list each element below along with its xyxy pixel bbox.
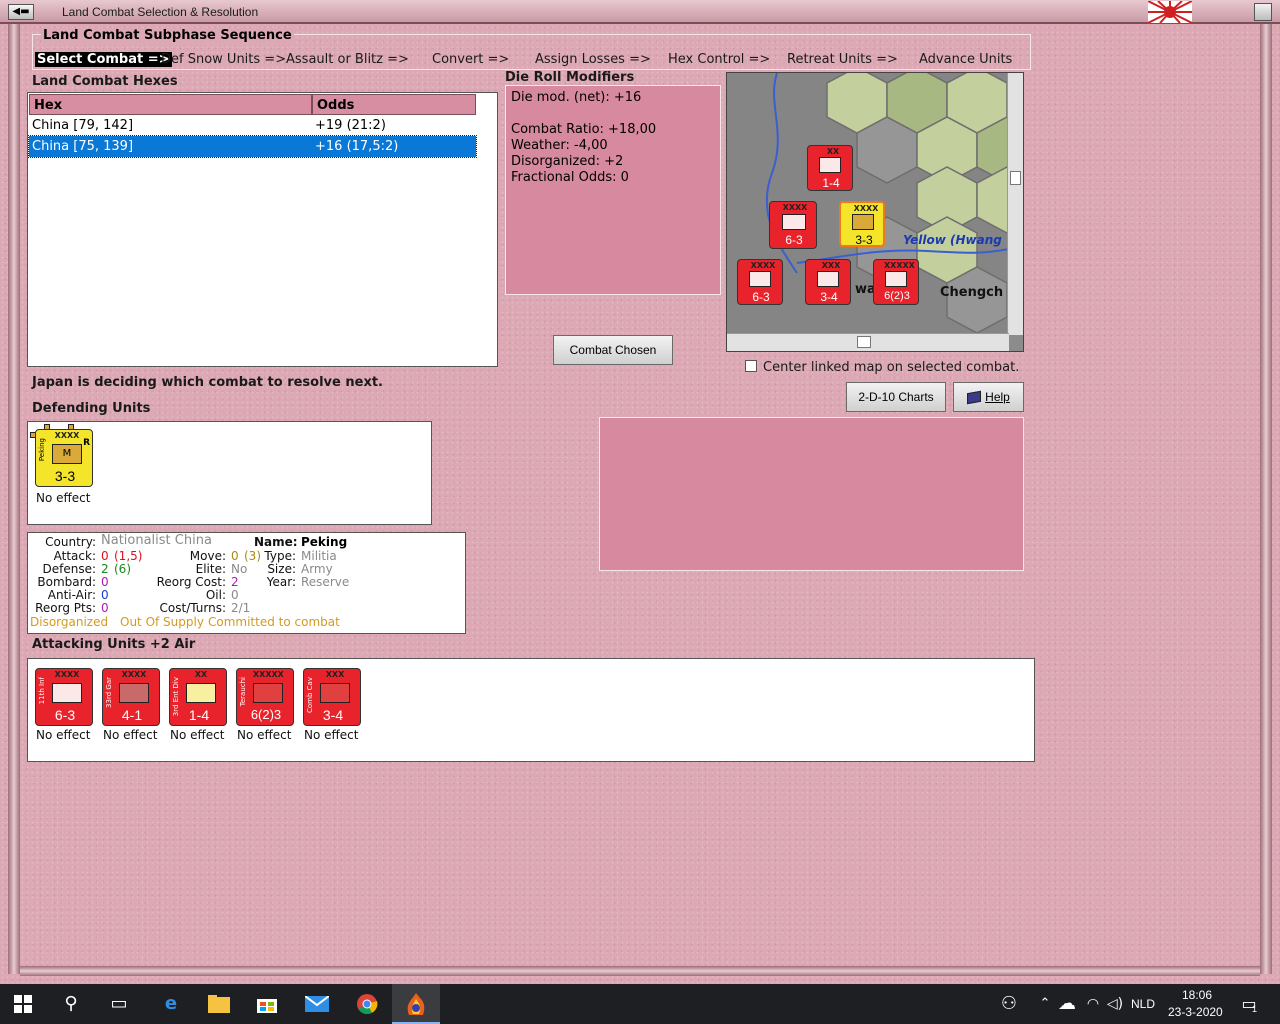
help-button[interactable]: Help: [953, 382, 1024, 412]
clock-time[interactable]: 18:06: [1182, 988, 1212, 1002]
map-counter[interactable]: XXXX 6-3: [769, 201, 817, 249]
map-vscroll-thumb[interactable]: [1010, 171, 1021, 185]
defending-unit-counter[interactable]: Peking XXXX R M 3-3: [35, 429, 93, 487]
start-windows-icon[interactable]: [8, 990, 38, 1018]
odds-cell: +19 (21:2): [315, 118, 386, 133]
hex-row-selected[interactable]: China [75, 139] +16 (17,5:2): [28, 135, 477, 158]
map-label-river: Yellow (Hwang: [903, 233, 1002, 247]
hex-column-header[interactable]: Hex: [29, 94, 312, 115]
file-explorer-icon[interactable]: [204, 990, 234, 1018]
notification-center-icon[interactable]: ▭: [1234, 990, 1264, 1018]
center-map-checkbox[interactable]: Center linked map on selected combat.: [745, 360, 1019, 375]
phase-step-hex-control: Hex Control =>: [668, 52, 771, 67]
attacking-unit-counter[interactable]: 33rd Gar XXXX 4-1: [102, 668, 160, 726]
chrome-icon[interactable]: [352, 990, 382, 1018]
die-mod-line: Die mod. (net): +16: [511, 90, 642, 105]
odds-cell: +16 (17,5:2): [315, 139, 399, 154]
attacking-unit-counter[interactable]: Terauchi XXXXX 6(2)3: [236, 668, 294, 726]
die-roll-heading: Die Roll Modifiers: [505, 70, 635, 85]
attacking-effect: No effect: [103, 728, 158, 742]
checkbox-box[interactable]: [745, 360, 757, 372]
phase-sequence: Land Combat Subphase Sequence Select Com…: [32, 28, 1031, 70]
linked-map[interactable]: Yellow (Hwang Chengch wa XXXX 6-3 XX 1-4…: [726, 72, 1024, 352]
rising-sun-flag-icon: [1148, 1, 1192, 23]
people-icon[interactable]: ⚇: [994, 990, 1024, 1018]
edge-browser-icon[interactable]: e: [156, 990, 186, 1018]
system-menu-icon[interactable]: ◀▬: [8, 4, 34, 20]
attacking-effect: No effect: [36, 728, 91, 742]
phase-step-assign-losses: Assign Losses =>: [535, 52, 651, 67]
status-message: Japan is deciding which combat to resolv…: [32, 375, 383, 390]
notification-count: 1: [1252, 1004, 1258, 1014]
attacking-effect: No effect: [170, 728, 225, 742]
phase-step-select-combat: Select Combat =>: [35, 52, 172, 67]
phase-heading: Land Combat Subphase Sequence: [41, 28, 294, 43]
attacking-unit-counter[interactable]: 3rd Ent Div XX 1-4: [169, 668, 227, 726]
center-map-label: Center linked map on selected combat.: [763, 360, 1020, 375]
hex-cell: China [75, 139]: [32, 139, 134, 154]
hex-row[interactable]: China [79, 142] +19 (21:2): [29, 115, 476, 136]
world-in-flames-app-icon[interactable]: [401, 990, 431, 1018]
language-indicator[interactable]: NLD: [1131, 997, 1155, 1011]
store-icon[interactable]: [252, 990, 282, 1018]
volume-icon[interactable]: ◁): [1100, 990, 1130, 1018]
close-button[interactable]: [1254, 3, 1272, 21]
title-bar[interactable]: ◀▬ Land Combat Selection & Resolution: [0, 0, 1280, 24]
die-blank-line: [511, 106, 715, 122]
hex-cell: China [79, 142]: [32, 118, 134, 133]
combat-ratio-line: Combat Ratio: +18,00: [511, 122, 657, 137]
mail-icon[interactable]: [302, 990, 332, 1018]
unit-info-panel: Country: Nationalist China Attack: 0 (1,…: [27, 532, 466, 634]
map-counter[interactable]: XXXXX 6(2)3: [873, 259, 919, 305]
attacking-heading: Attacking Units +2 Air: [32, 637, 196, 652]
attacking-units-panel: 11th Inf XXXX 6-3 No effect 33rd Gar XXXX 4-…: [27, 658, 1035, 762]
phase-step-convert: Convert =>: [432, 52, 510, 67]
flag-out-of-supply: Out Of Supply: [120, 615, 204, 629]
map-counter[interactable]: XXXX 6-3: [737, 259, 783, 305]
die-roll-panel: Die mod. (net): +16 Combat Ratio: +18,00…: [505, 85, 721, 295]
charts-button[interactable]: 2-D-10 Charts: [846, 382, 946, 412]
map-counter-selected[interactable]: XXXX 3-3: [839, 201, 885, 247]
search-icon[interactable]: ⚲: [56, 990, 86, 1018]
frame-right: [1260, 24, 1272, 974]
combat-hex-list[interactable]: Hex Odds China [79, 142] +19 (21:2) Chin…: [27, 92, 498, 367]
map-hscroll-thumb[interactable]: [857, 336, 871, 348]
help-label: Help: [985, 390, 1010, 404]
phase-step-retreat: Retreat Units =>: [787, 52, 898, 67]
flag-committed: Committed to combat: [208, 615, 340, 629]
attacking-effect: No effect: [237, 728, 292, 742]
frame-left: [8, 24, 20, 974]
main-window: ◀▬ Land Combat Selection & Resolution La…: [0, 0, 1280, 984]
frame-bottom: [20, 966, 1260, 976]
windows-taskbar: ⚲ ▭ e ⚇ ⌃ ☁ ◠ ◁) NLD 18:06 23-3-2020 ▭ 1: [0, 984, 1280, 1024]
phase-step-assault: Assault or Blitz =>: [286, 52, 409, 67]
hexes-heading: Land Combat Hexes: [32, 74, 178, 89]
combat-result-panel: [599, 417, 1024, 571]
map-horizontal-scrollbar[interactable]: [727, 333, 1009, 351]
phase-step-def-snow: Def Snow Units =>: [161, 52, 287, 67]
map-label-city: Chengch: [940, 285, 1004, 300]
clock-date[interactable]: 23-3-2020: [1168, 1005, 1223, 1019]
window-title: Land Combat Selection & Resolution: [62, 5, 259, 19]
defending-units-panel: Peking XXXX R M 3-3 No effect: [27, 421, 432, 525]
map-counter[interactable]: XX 1-4: [807, 145, 853, 191]
task-view-icon[interactable]: ▭: [104, 990, 134, 1018]
map-counter[interactable]: XXX 3-4: [805, 259, 851, 305]
phase-step-advance: Advance Units: [919, 52, 1013, 67]
attacking-effect: No effect: [304, 728, 359, 742]
weather-line: Weather: -4,00: [511, 138, 608, 153]
attacking-unit-counter[interactable]: 11th Inf XXXX 6-3: [35, 668, 93, 726]
flag-disorganized: Disorganized: [30, 615, 109, 629]
map-vertical-scrollbar[interactable]: [1007, 73, 1023, 335]
defending-heading: Defending Units: [32, 401, 151, 416]
disorganized-line: Disorganized: +2: [511, 154, 624, 169]
attacking-unit-counter[interactable]: Comb Cav XXX 3-4: [303, 668, 361, 726]
combat-chosen-button[interactable]: Combat Chosen: [553, 335, 673, 365]
odds-column-header[interactable]: Odds: [312, 94, 476, 115]
book-icon: [967, 390, 982, 405]
fractional-odds-line: Fractional Odds: 0: [511, 170, 629, 185]
defending-effect: No effect: [36, 491, 91, 505]
